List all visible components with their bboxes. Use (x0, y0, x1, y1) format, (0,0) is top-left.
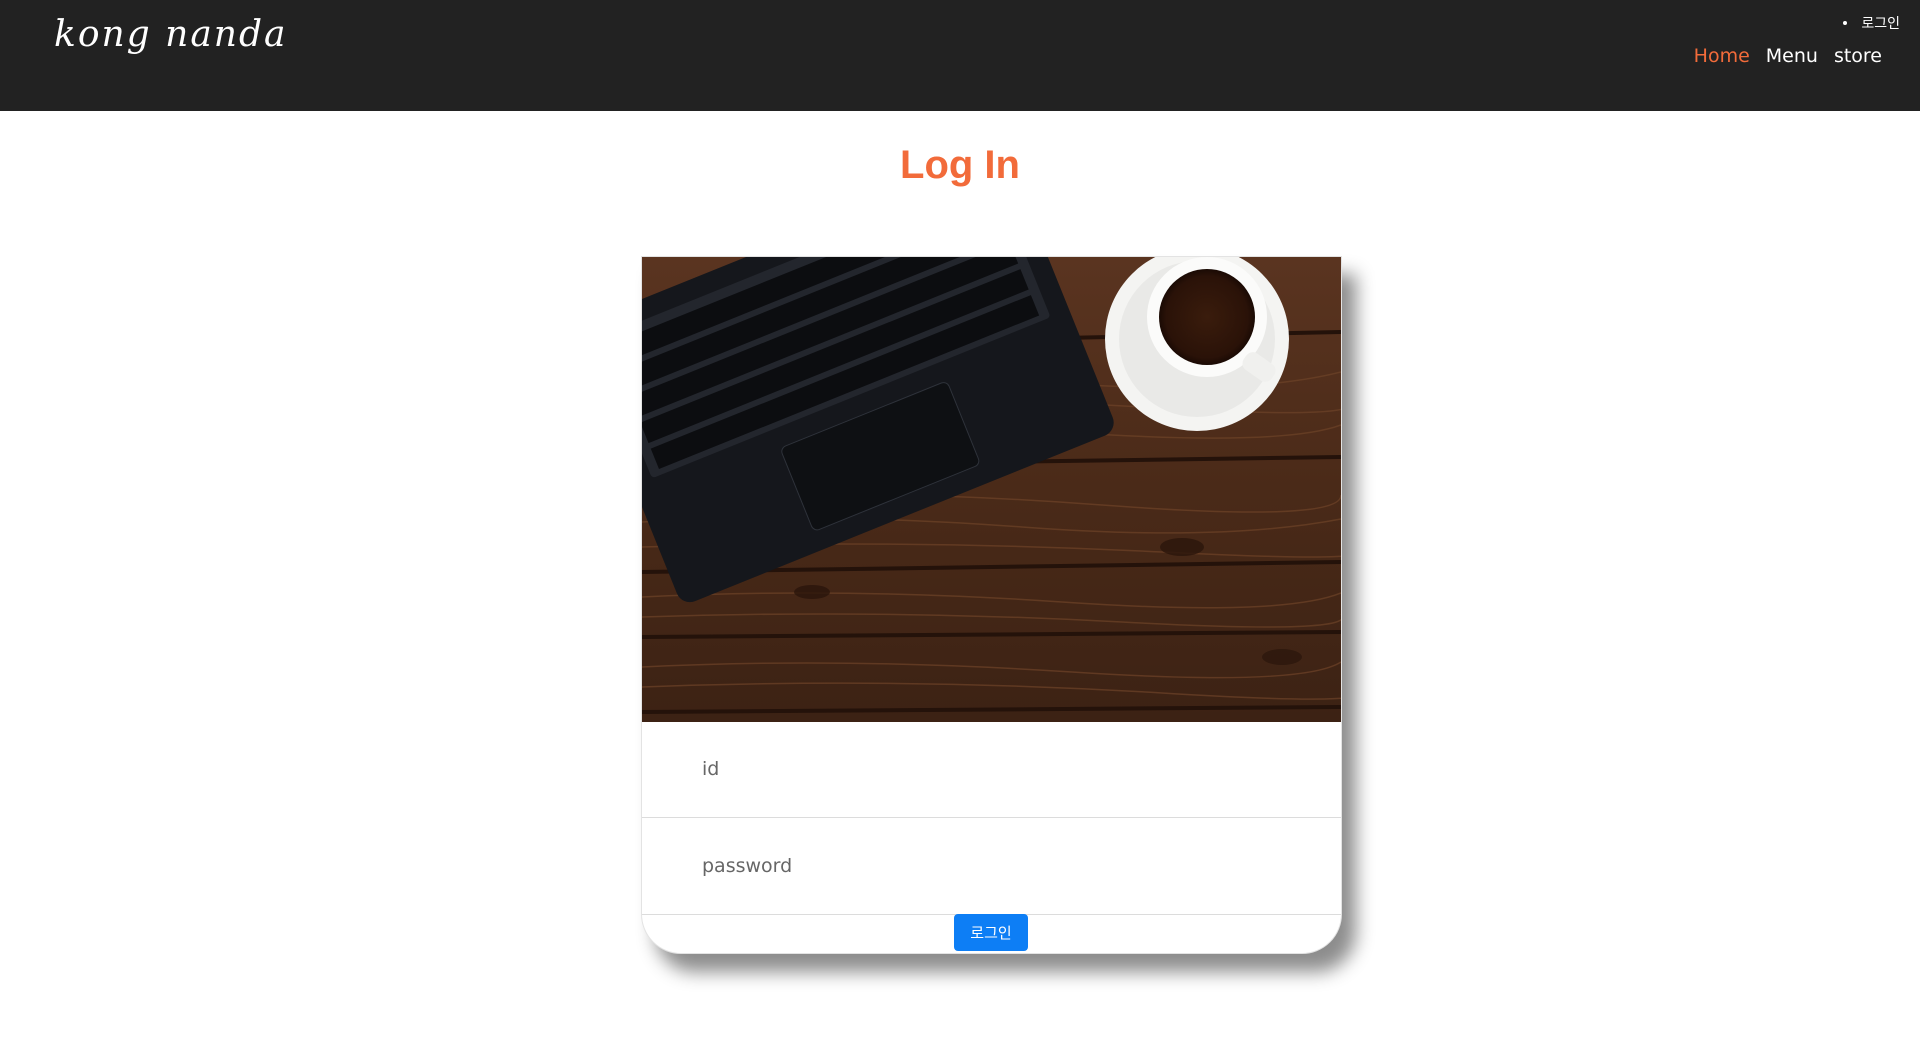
main-nav: Home Menu store (1694, 45, 1882, 67)
id-input[interactable] (700, 748, 1284, 790)
nav-item-store[interactable]: store (1834, 45, 1882, 67)
nav-item-home[interactable]: Home (1694, 45, 1750, 67)
login-button[interactable]: 로그인 (954, 914, 1028, 951)
bullet-icon (1843, 21, 1848, 25)
laptop-coffee-photo (642, 257, 1341, 722)
password-input[interactable] (700, 845, 1284, 887)
id-field-row (642, 722, 1341, 818)
password-field-row (642, 819, 1341, 915)
page-title: Log In (900, 143, 1020, 187)
top-login-link[interactable]: 로그인 (1843, 13, 1900, 33)
site-logo[interactable]: kong nanda (54, 14, 288, 55)
login-card: 로그인 (641, 256, 1342, 954)
site-header: kong nanda 로그인 Home Menu store (0, 0, 1920, 111)
top-login-label: 로그인 (1861, 16, 1900, 32)
nav-item-menu[interactable]: Menu (1766, 45, 1818, 67)
